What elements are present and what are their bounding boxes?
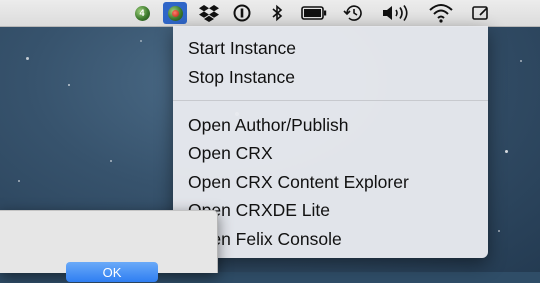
star [110, 160, 112, 162]
star [505, 150, 508, 153]
menu-separator [173, 100, 488, 101]
menu-item-open-author-publish[interactable]: Open Author/Publish [188, 114, 349, 136]
star [68, 84, 70, 86]
time-machine-icon[interactable] [340, 2, 366, 24]
crx-instance-icon[interactable] [163, 2, 187, 24]
menu-item-open-crx[interactable]: Open CRX [188, 142, 273, 164]
star [520, 60, 522, 62]
dialog-window: OK [0, 210, 218, 282]
menu-item-stop-instance[interactable]: Stop Instance [188, 66, 295, 88]
star [18, 180, 20, 182]
star [140, 40, 142, 42]
star [26, 57, 29, 60]
volume-icon[interactable] [380, 2, 414, 24]
menu-item-start-instance[interactable]: Start Instance [188, 37, 296, 59]
crx-instance-badge-icon[interactable]: 4 [131, 2, 153, 24]
star [498, 230, 500, 232]
wifi-icon[interactable] [426, 2, 456, 24]
1password-icon[interactable] [230, 2, 254, 24]
battery-icon[interactable] [300, 2, 328, 24]
menu-bar: 4 [0, 0, 540, 27]
ok-button[interactable]: OK [66, 262, 158, 282]
menu-item-open-crx-content-explorer[interactable]: Open CRX Content Explorer [188, 171, 409, 193]
crx-dropdown-menu: Start Instance Stop Instance Open Author… [173, 26, 488, 258]
input-menu-icon[interactable] [470, 2, 492, 24]
dropbox-icon[interactable] [197, 2, 221, 24]
badge-count: 4 [139, 7, 145, 18]
bluetooth-icon[interactable] [266, 2, 288, 24]
